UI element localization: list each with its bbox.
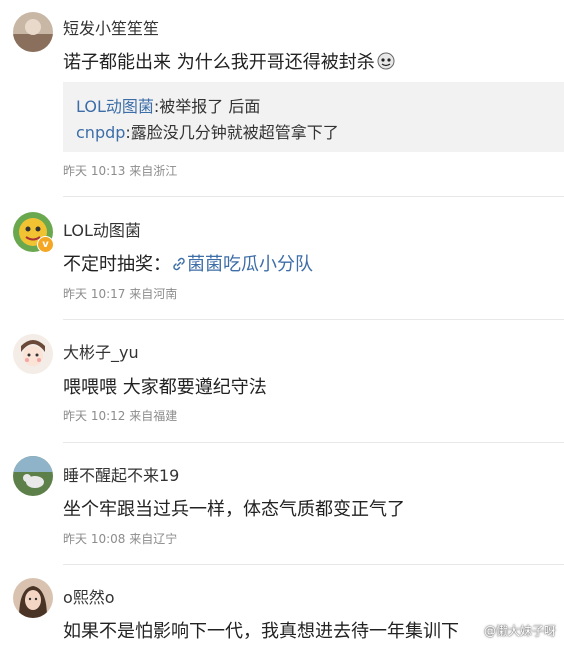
avatar[interactable] [13,456,53,496]
avatar[interactable] [13,12,53,52]
comment-meta: 昨天 10:08 来自辽宁 [63,532,178,546]
comment-text: 诺子都能出来 为什么我开哥还得被封杀 [63,48,395,75]
username[interactable]: LOL动图菌 [63,217,141,241]
reply-text: :露脸没几分钟就被超管拿下了 [125,123,339,142]
link-icon [171,254,187,275]
watermark: @懒大妹子呀 [483,624,556,638]
reply-quote-box: LOL动图菌:被举报了 后面 cnpdp:露脸没几分钟就被超管拿下了 [63,82,564,152]
comment-text-content: 诺子都能出来 为什么我开哥还得被封杀 [63,52,375,73]
divider [63,564,564,565]
reply-username[interactable]: LOL动图菌 [76,97,154,116]
reply-line: LOL动图菌:被举报了 后面 [76,93,260,117]
verified-badge: v [37,236,54,253]
divider [63,196,564,197]
username[interactable]: o熙然o [63,584,115,608]
comment-meta: 昨天 10:17 来自河南 [63,287,178,301]
topic-link-text: 菌菌吃瓜小分队 [187,254,313,275]
comment-text-content: 不定时抽奖： [63,254,171,275]
divider [63,319,564,320]
comment-meta: 昨天 10:13 来自浙江 [63,164,178,178]
username[interactable]: 短发小笙笙笙 [63,15,159,39]
comment-meta: 昨天 10:12 来自福建 [63,409,178,423]
reply-line: cnpdp:露脸没几分钟就被超管拿下了 [76,119,339,143]
reply-username[interactable]: cnpdp [76,123,125,142]
comment-text: 喂喂喂 大家都要遵纪守法 [63,377,267,398]
username[interactable]: 睡不醒起不来19 [63,462,179,486]
divider [63,442,564,443]
topic-link[interactable]: 菌菌吃瓜小分队 [171,254,313,275]
comment-text: 坐个牢跟当过兵一样，体态气质都变正气了 [63,499,405,520]
username[interactable]: 大彬子_yu [63,339,139,363]
comment-text: 不定时抽奖： 菌菌吃瓜小分队 [63,250,313,276]
reply-text: :被举报了 后面 [153,97,261,116]
emoji-face-icon [377,52,395,75]
avatar[interactable] [13,334,53,374]
comment-text: 如果不是怕影响下一代，我真想进去待一年集训下 [63,621,459,642]
avatar[interactable] [13,578,53,618]
